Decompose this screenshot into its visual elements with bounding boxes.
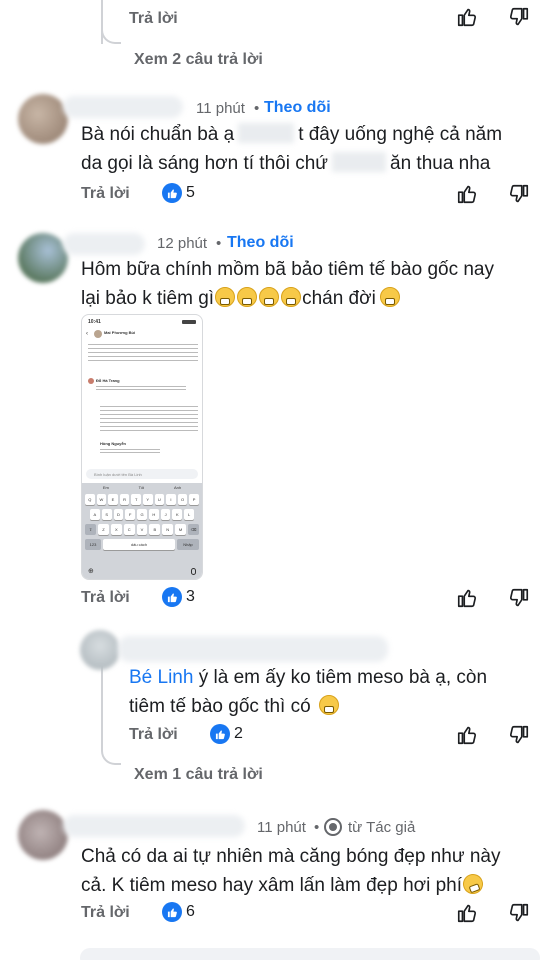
comment-time: 12 phút: [157, 235, 208, 252]
keyboard-row: A S D F G H J K L: [82, 507, 202, 522]
separator: •: [216, 235, 222, 252]
author-badge-icon: [324, 818, 342, 836]
smile-emoji-icon: [318, 695, 339, 715]
back-icon: ‹: [86, 331, 88, 337]
backspace-key-icon: ⌫: [188, 524, 200, 535]
reaction-count: 5: [186, 184, 195, 201]
reply-link[interactable]: Trả lời: [129, 726, 178, 744]
reaction-summary[interactable]: 5: [162, 183, 195, 203]
comment-composer-edge[interactable]: [80, 948, 540, 960]
text-lines: [96, 384, 186, 390]
avatar[interactable]: [18, 233, 68, 283]
like-outline-icon[interactable]: [456, 902, 478, 924]
view-more-replies[interactable]: Xem 2 câu trả lời: [134, 51, 263, 69]
comment-text: Bà nói chuẩn bà ạt đây uống nghệ cả năm …: [81, 123, 503, 174]
like-outline-icon[interactable]: [456, 6, 478, 28]
follow-button[interactable]: Theo dõi: [264, 99, 331, 117]
reaction-count: 6: [186, 903, 195, 920]
reaction-summary[interactable]: 3: [162, 587, 195, 607]
redacted-blur: [238, 123, 295, 143]
mention-link[interactable]: Bé Linh: [129, 667, 193, 688]
author-name-blurred[interactable]: [63, 96, 183, 118]
keyboard-row: 123 dấu cách Nhập: [82, 537, 202, 552]
like-outline-icon[interactable]: [456, 724, 478, 746]
attached-screenshot[interactable]: 10:41 ‹ Mai Phương Bùi Đỗ Hà Trang Hồng …: [81, 314, 203, 580]
author-name-blurred[interactable]: [118, 636, 388, 662]
dislike-outline-icon[interactable]: [508, 724, 530, 746]
keyboard: Em Tôi Anh Q W E R T Y U I O P A S D F G H: [82, 483, 202, 579]
avatar[interactable]: [18, 94, 68, 144]
comment-time: 11 phút: [196, 100, 245, 117]
status-time: 10:41: [88, 319, 101, 325]
reply-link[interactable]: Trả lời: [81, 185, 130, 203]
grimacing-emoji-icon: [237, 287, 258, 307]
reply-text: Bé Linh ý là em ấy ko tiêm meso bà ạ, cò…: [129, 667, 488, 717]
dislike-outline-icon[interactable]: [508, 587, 530, 609]
author-name-blurred[interactable]: [63, 815, 245, 837]
grimacing-emoji-icon: [215, 287, 236, 307]
reply-link[interactable]: Trả lời: [81, 589, 130, 607]
mic-icon: [191, 568, 196, 575]
reaction-count: 3: [186, 588, 195, 605]
comment-text: Chả có da ai tự nhiên mà căng bóng đẹp n…: [81, 846, 501, 897]
shift-key-icon: ⇧: [85, 524, 96, 535]
like-badge-icon: [210, 724, 230, 744]
keyboard-row: Q W E R T Y U I O P: [82, 492, 202, 507]
like-badge-icon: [162, 587, 182, 607]
thread-line: [101, 0, 121, 44]
keyboard-suggestions: Em Tôi Anh: [102, 485, 182, 490]
avatar: [94, 330, 102, 338]
commenter-name: Đỗ Hà Trang: [96, 378, 120, 383]
grimacing-emoji-icon: [281, 287, 302, 307]
author-name-blurred[interactable]: [63, 233, 145, 255]
like-badge-icon: [162, 183, 182, 203]
dislike-outline-icon[interactable]: [508, 6, 530, 28]
reaction-summary[interactable]: 2: [210, 724, 243, 744]
comment-text: Hôm bữa chính mồm bã bảo tiêm tế bào gốc…: [81, 259, 494, 309]
text-lines: [88, 341, 198, 363]
reaction-count: 2: [234, 725, 243, 742]
view-more-replies[interactable]: Xem 1 câu trả lời: [134, 766, 263, 784]
avatar[interactable]: [18, 810, 68, 860]
keyboard-row: ⇧ Z X C V B N M ⌫: [82, 522, 202, 537]
battery-icon: [182, 320, 196, 324]
text-lines: [100, 447, 160, 453]
avatar[interactable]: [80, 630, 120, 670]
commenter-name: Hồng Nguyễn: [100, 441, 126, 446]
thread-line: [101, 655, 121, 765]
comment-time: 11 phút: [257, 819, 306, 836]
redacted-blur: [332, 152, 386, 172]
rofl-emoji-icon: [460, 871, 486, 897]
reply-link[interactable]: Trả lời: [129, 10, 178, 28]
follow-button[interactable]: Theo dõi: [227, 234, 294, 252]
dislike-outline-icon[interactable]: [508, 183, 530, 205]
like-outline-icon[interactable]: [456, 183, 478, 205]
dislike-outline-icon[interactable]: [508, 902, 530, 924]
like-outline-icon[interactable]: [456, 587, 478, 609]
reaction-summary[interactable]: 6: [162, 902, 195, 922]
input-placeholder: Bình luận dưới tên Bà Linh: [94, 472, 142, 477]
separator: •: [314, 819, 320, 836]
avatar: [88, 378, 94, 384]
reply-link[interactable]: Trả lời: [81, 904, 130, 922]
post-author: Mai Phương Bùi: [104, 330, 136, 335]
text-lines: [100, 403, 198, 431]
author-source: từ Tác giả: [348, 819, 416, 836]
grimacing-emoji-icon: [259, 287, 280, 307]
laughing-emoji-icon: [379, 287, 400, 307]
separator: •: [254, 100, 260, 117]
globe-icon: ⊕: [88, 568, 94, 575]
like-badge-icon: [162, 902, 182, 922]
